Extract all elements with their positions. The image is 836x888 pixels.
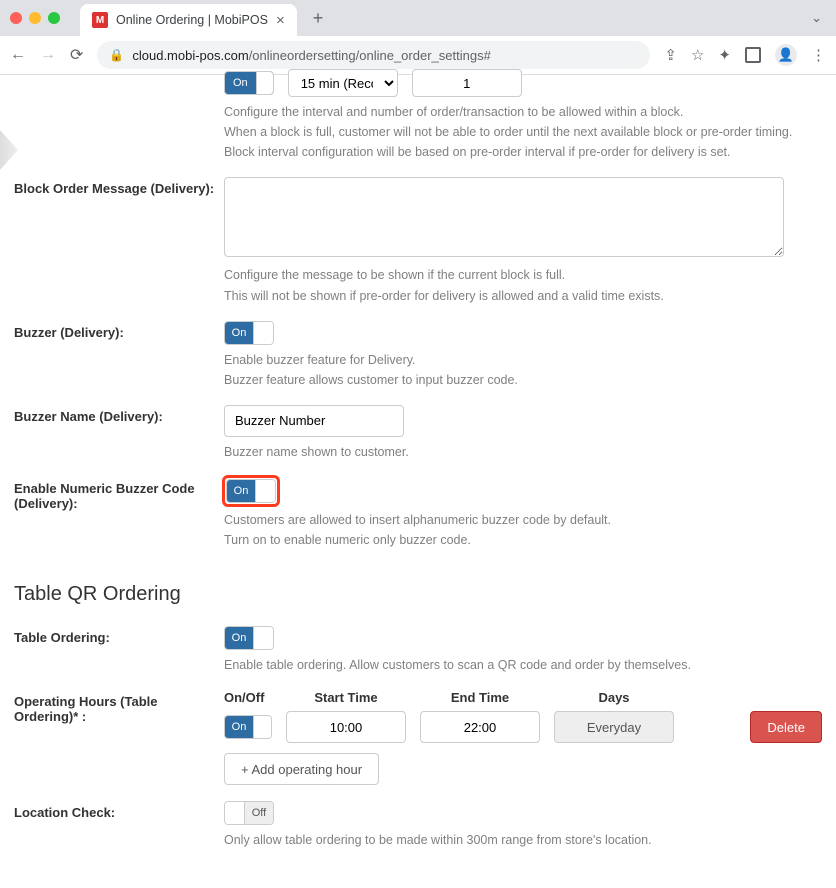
buzzer-label: Buzzer (Delivery): bbox=[14, 321, 224, 340]
operating-hours-label: Operating Hours (Table Ordering)* : bbox=[14, 690, 224, 724]
buzzer-name-label: Buzzer Name (Delivery): bbox=[14, 405, 224, 424]
block-order-message-input[interactable] bbox=[224, 177, 784, 257]
help-text: Enable table ordering. Allow customers t… bbox=[224, 656, 822, 674]
delete-button[interactable]: Delete bbox=[750, 711, 822, 743]
toggle-on-text: On bbox=[227, 480, 255, 502]
window-close-dot[interactable] bbox=[10, 12, 22, 24]
help-text: Customers are allowed to insert alphanum… bbox=[224, 511, 822, 529]
tab-title: Online Ordering | MobiPOS bbox=[116, 13, 268, 27]
table-ordering-label: Table Ordering: bbox=[14, 626, 224, 645]
buzzer-name-input[interactable] bbox=[224, 405, 404, 437]
help-text: Turn on to enable numeric only buzzer co… bbox=[224, 531, 822, 549]
profile-avatar[interactable]: 👤 bbox=[775, 44, 797, 66]
col-days: Days bbox=[554, 690, 674, 705]
buzzer-toggle[interactable]: On bbox=[224, 321, 274, 345]
extensions-icon[interactable]: ✦ bbox=[718, 46, 731, 64]
end-time-input[interactable] bbox=[420, 711, 540, 743]
back-button[interactable]: ← bbox=[10, 46, 26, 64]
toggle-on-label: On bbox=[225, 72, 256, 94]
toggle-on-text: On bbox=[225, 322, 253, 344]
location-check-label: Location Check: bbox=[14, 801, 224, 820]
help-text: Only allow table ordering to be made wit… bbox=[224, 831, 822, 849]
section-table-qr: Table QR Ordering bbox=[14, 583, 822, 606]
url-bar[interactable]: 🔒 cloud.mobi-pos.com/onlineordersetting/… bbox=[97, 41, 650, 69]
operating-hours-row: On Delete bbox=[224, 711, 822, 743]
numeric-buzzer-toggle[interactable]: On bbox=[226, 479, 276, 503]
tab-close-icon[interactable]: × bbox=[276, 13, 285, 28]
help-text: Buzzer name shown to customer. bbox=[224, 443, 822, 461]
help-text: Configure the message to be shown if the… bbox=[224, 266, 822, 284]
numeric-buzzer-label: Enable Numeric Buzzer Code (Delivery): bbox=[14, 477, 224, 511]
col-onoff: On/Off bbox=[224, 690, 272, 705]
url-host: cloud.mobi-pos.com bbox=[132, 48, 248, 63]
col-end: End Time bbox=[420, 690, 540, 705]
table-ordering-toggle[interactable]: On bbox=[224, 626, 274, 650]
window-controls bbox=[10, 12, 60, 24]
block-order-message-label: Block Order Message (Delivery): bbox=[14, 177, 224, 196]
forward-button[interactable]: → bbox=[40, 46, 56, 64]
chevron-down-icon[interactable]: ⌄ bbox=[811, 10, 822, 26]
block-interval-toggle[interactable]: On bbox=[224, 71, 274, 95]
days-input[interactable] bbox=[554, 711, 674, 743]
help-text: This will not be shown if pre-order for … bbox=[224, 287, 822, 305]
tab-strip: M Online Ordering | MobiPOS × + ⌄ bbox=[0, 0, 836, 36]
help-text: Configure the interval and number of ord… bbox=[224, 103, 822, 121]
operating-hours-header: On/Off Start Time End Time Days bbox=[224, 690, 822, 705]
op-hour-toggle[interactable]: On bbox=[224, 715, 272, 739]
toggle-on-text: On bbox=[225, 627, 253, 649]
share-icon[interactable]: ⇪ bbox=[664, 46, 677, 64]
block-qty-input[interactable] bbox=[412, 69, 522, 97]
reload-button[interactable]: ⟳ bbox=[70, 45, 83, 65]
add-operating-hour-button[interactable]: + Add operating hour bbox=[224, 753, 379, 785]
start-time-input[interactable] bbox=[286, 711, 406, 743]
browser-chrome: M Online Ordering | MobiPOS × + ⌄ ← → ⟳ … bbox=[0, 0, 836, 75]
lock-icon: 🔒 bbox=[109, 48, 124, 62]
window-max-dot[interactable] bbox=[48, 12, 60, 24]
block-interval-select[interactable]: 15 min (Recom bbox=[288, 69, 398, 97]
tabs-icon[interactable] bbox=[745, 47, 761, 63]
help-text: Enable buzzer feature for Delivery. bbox=[224, 351, 822, 369]
help-text: Buzzer feature allows customer to input … bbox=[224, 371, 822, 389]
help-text: Block interval configuration will be bas… bbox=[224, 143, 822, 161]
star-icon[interactable]: ☆ bbox=[691, 46, 704, 64]
toggle-on-text: On bbox=[225, 716, 253, 738]
numeric-buzzer-highlight: On bbox=[224, 477, 278, 505]
help-text: When a block is full, customer will not … bbox=[224, 123, 822, 141]
col-start: Start Time bbox=[286, 690, 406, 705]
url-path: /onlineordersetting/online_order_setting… bbox=[249, 48, 491, 63]
toggle-off-text: Off bbox=[245, 802, 273, 824]
page-content: On 15 min (Recom Configure the interval … bbox=[0, 75, 836, 888]
window-min-dot[interactable] bbox=[29, 12, 41, 24]
kebab-menu-icon[interactable]: ⋮ bbox=[811, 46, 826, 64]
mobipos-favicon: M bbox=[92, 12, 108, 28]
location-check-toggle[interactable]: Off bbox=[224, 801, 274, 825]
new-tab-button[interactable]: + bbox=[303, 8, 334, 29]
browser-tab[interactable]: M Online Ordering | MobiPOS × bbox=[80, 4, 297, 36]
